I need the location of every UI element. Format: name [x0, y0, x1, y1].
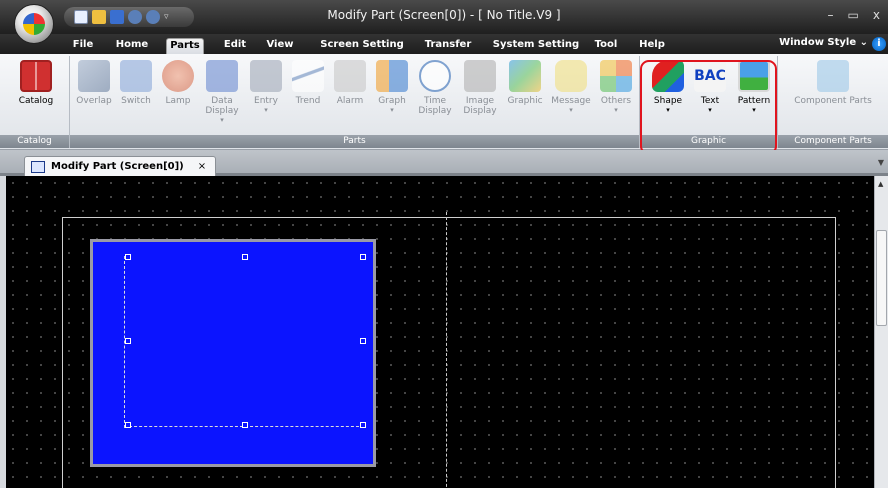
resize-handle-top[interactable]: [242, 254, 248, 260]
tab-view[interactable]: View: [262, 38, 298, 54]
others-button[interactable]: Others ▾: [596, 58, 636, 114]
trend-label: Trend: [295, 96, 321, 106]
tab-screen-setting[interactable]: Screen Setting: [318, 38, 406, 54]
others-icon: [600, 60, 632, 92]
ribbon-tab-row: File Home Parts Edit View Screen Setting…: [0, 34, 888, 54]
tab-home[interactable]: Home: [114, 38, 150, 54]
graphic-icon: [509, 60, 541, 92]
switch-button[interactable]: Switch: [116, 58, 156, 106]
resize-handle-bottom-left[interactable]: [125, 422, 131, 428]
ribbon-group-catalog: Catalog Catalog: [0, 56, 70, 148]
screen-edit-icon: [31, 160, 45, 173]
minimize-button[interactable]: –: [828, 8, 834, 22]
group-label-catalog: Catalog: [0, 135, 69, 148]
message-button[interactable]: Message ▾: [548, 58, 594, 114]
catalog-label: Catalog: [18, 96, 54, 106]
switch-icon: [120, 60, 152, 92]
title-bar: ▿ Modify Part (Screen[0]) - [ No Title.V…: [0, 0, 888, 34]
close-tab-icon[interactable]: ×: [198, 161, 206, 172]
window-title: Modify Part (Screen[0]) - [ No Title.V9 …: [327, 8, 561, 22]
data-display-icon: [206, 60, 238, 92]
component-parts-label: Component Parts: [794, 96, 872, 106]
entry-button[interactable]: Entry ▾: [246, 58, 286, 114]
editing-canvas[interactable]: [0, 176, 874, 488]
tab-tool[interactable]: Tool: [590, 38, 622, 54]
ribbon-group-parts: Overlap Switch Lamp Data Display ▾ Entry…: [70, 56, 640, 148]
time-display-button[interactable]: Time Display: [414, 58, 456, 116]
scroll-up-icon[interactable]: ▲: [878, 180, 883, 188]
tab-help[interactable]: Help: [636, 38, 668, 54]
overlap-button[interactable]: Overlap: [74, 58, 114, 106]
center-guide-line: [446, 212, 447, 488]
scroll-thumb[interactable]: [876, 230, 887, 326]
group-label-parts: Parts: [70, 135, 639, 148]
close-button[interactable]: x: [873, 8, 880, 22]
window-style-dropdown[interactable]: Window Style ⌄: [779, 37, 868, 48]
document-tab-label: Modify Part (Screen[0]): [51, 161, 184, 172]
clock-icon: [419, 60, 451, 92]
image-display-button[interactable]: Image Display: [458, 58, 502, 116]
tab-system-setting[interactable]: System Setting: [488, 38, 584, 54]
resize-handle-left[interactable]: [125, 338, 131, 344]
tab-edit[interactable]: Edit: [220, 38, 250, 54]
info-icon[interactable]: i: [872, 37, 886, 51]
graphic-label: Graphic: [507, 96, 543, 106]
overlap-icon: [78, 60, 110, 92]
selected-part[interactable]: [90, 239, 376, 467]
resize-handle-right[interactable]: [360, 338, 366, 344]
resize-handle-bottom[interactable]: [242, 422, 248, 428]
trend-button[interactable]: Trend: [288, 58, 328, 106]
document-tab[interactable]: Modify Part (Screen[0]) ×: [24, 156, 216, 176]
resize-handle-top-right[interactable]: [360, 254, 366, 260]
trend-icon: [292, 60, 324, 92]
puzzle-icon: [817, 60, 849, 92]
entry-icon: [250, 60, 282, 92]
switch-label: Switch: [121, 96, 151, 106]
alarm-label: Alarm: [336, 96, 364, 106]
component-parts-button[interactable]: Component Parts: [784, 58, 882, 106]
camera-icon: [464, 60, 496, 92]
data-display-button[interactable]: Data Display ▾: [200, 58, 244, 124]
time-display-label: Time Display: [418, 96, 452, 116]
ribbon-group-component-parts: Component Parts Component Parts: [778, 56, 888, 148]
tab-parts[interactable]: Parts: [166, 38, 204, 54]
app-logo-icon: [23, 13, 45, 35]
lamp-label: Lamp: [165, 96, 191, 106]
lamp-button[interactable]: Lamp: [158, 58, 198, 106]
others-label: Others: [600, 96, 632, 106]
resize-handle-bottom-right[interactable]: [360, 422, 366, 428]
resize-handle-top-left[interactable]: [125, 254, 131, 260]
lamp-icon: [162, 60, 194, 92]
overlap-label: Overlap: [76, 96, 112, 106]
tab-transfer[interactable]: Transfer: [418, 38, 478, 54]
graph-icon: [376, 60, 408, 92]
graph-button[interactable]: Graph ▾: [372, 58, 412, 114]
alarm-icon: [334, 60, 366, 92]
maximize-button[interactable]: ▭: [848, 8, 859, 22]
tab-file[interactable]: File: [70, 38, 96, 54]
application-menu-button[interactable]: [14, 4, 54, 44]
data-display-label: Data Display: [205, 96, 239, 116]
group-label-component-parts: Component Parts: [778, 135, 888, 148]
catalog-button[interactable]: Catalog: [4, 58, 68, 106]
message-label: Message: [551, 96, 591, 106]
graph-label: Graph: [378, 96, 406, 106]
book-icon: [20, 60, 52, 92]
message-icon: [555, 60, 587, 92]
tab-list-dropdown-icon[interactable]: ▼: [878, 158, 884, 167]
graphic-group-highlight: [640, 60, 777, 155]
image-display-label: Image Display: [463, 96, 497, 116]
alarm-button[interactable]: Alarm: [330, 58, 370, 106]
graphic-button[interactable]: Graphic: [504, 58, 546, 106]
document-tab-strip: Modify Part (Screen[0]) × ▼: [0, 150, 888, 176]
entry-label: Entry: [254, 96, 278, 106]
vertical-scrollbar[interactable]: ▲: [874, 176, 888, 488]
